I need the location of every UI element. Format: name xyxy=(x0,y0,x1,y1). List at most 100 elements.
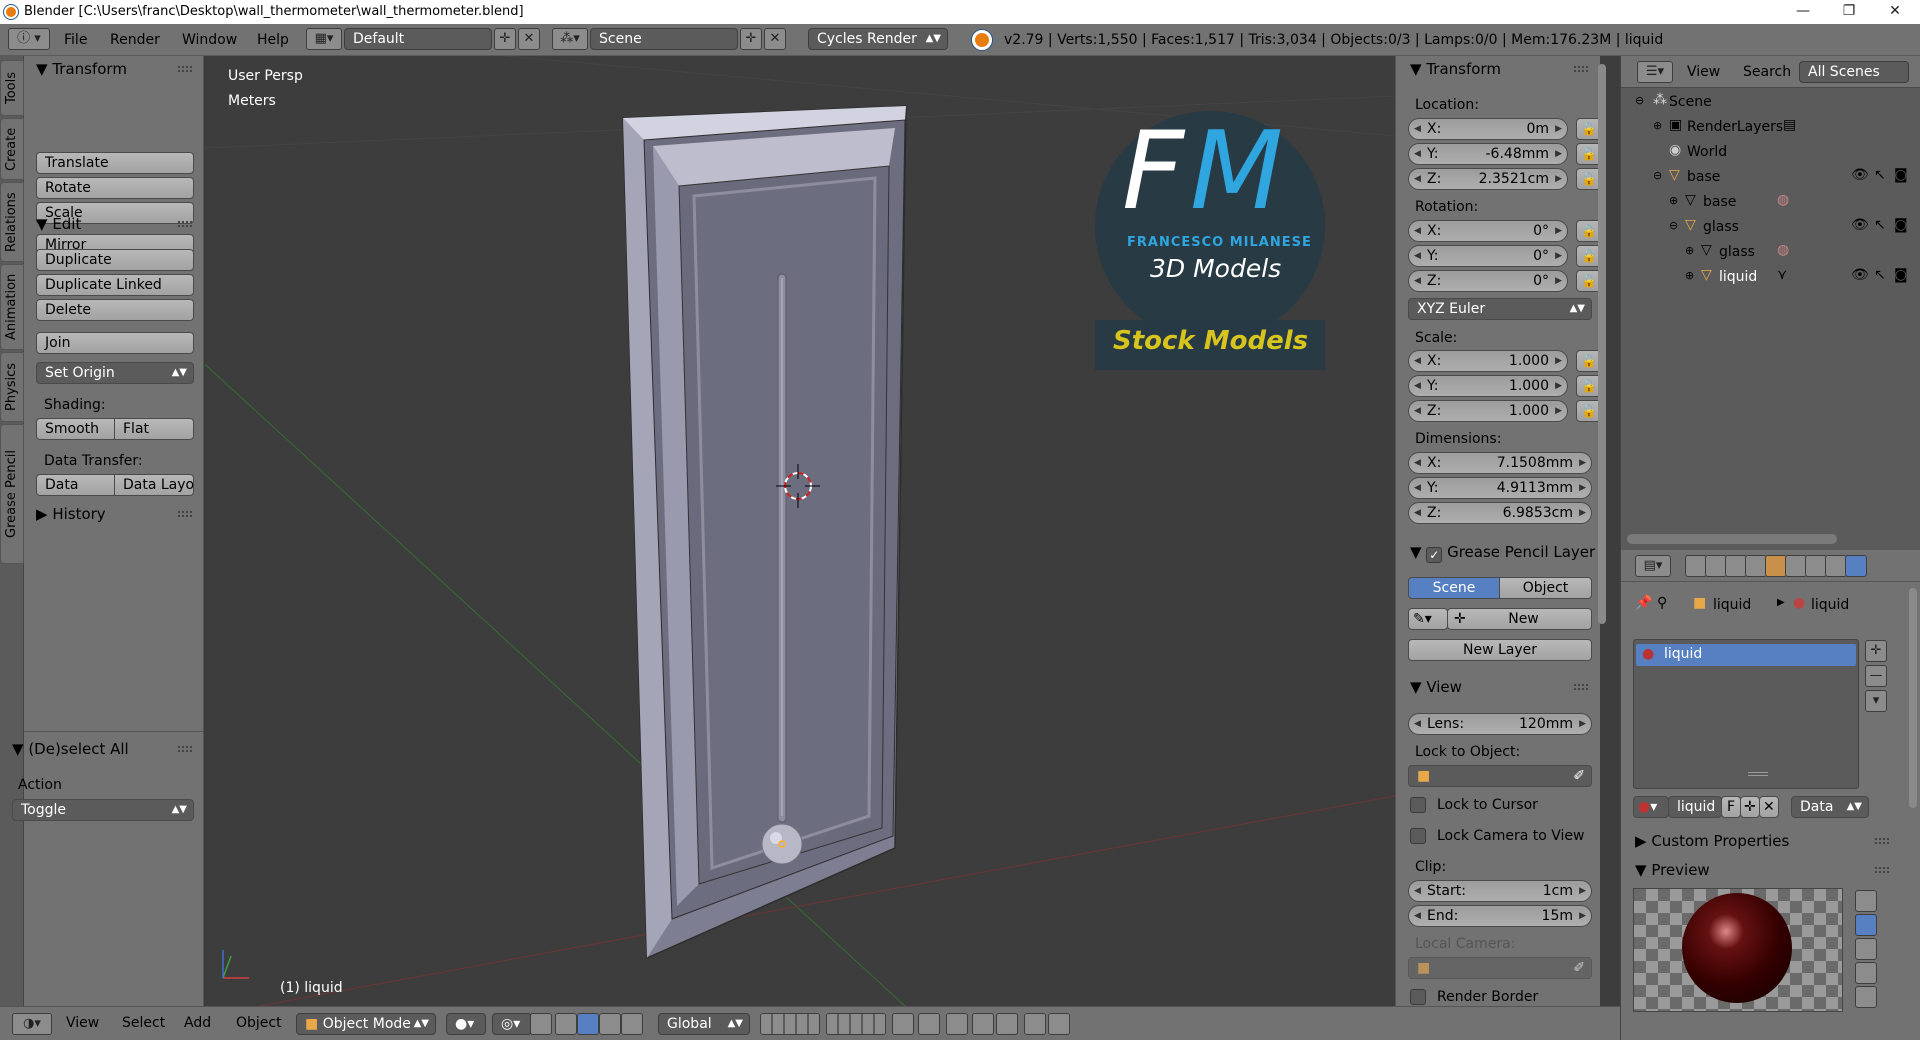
material-tab-icon[interactable] xyxy=(1845,555,1867,577)
unlink-material-button[interactable]: ✕ xyxy=(1759,796,1779,818)
render-engine-dropdown[interactable]: Cycles Render ▲▼ xyxy=(808,28,948,50)
data-tab-icon[interactable] xyxy=(1825,555,1847,577)
rotation-x-field[interactable]: ◀ X: 0° ▶ xyxy=(1408,220,1568,242)
outliner-row-glass-object[interactable]: ⊖ ▽ glass 👁 ↖ ◙ xyxy=(1621,217,1920,242)
lock-to-cursor-checkbox[interactable] xyxy=(1410,797,1426,813)
dimensions-x-field[interactable]: ◀ X: 7.1508mm ▶ xyxy=(1408,452,1592,474)
layer-buttons-group-2[interactable] xyxy=(826,1013,886,1035)
modifiers-tab-icon[interactable] xyxy=(1805,555,1827,577)
manipulator-toggle-icon[interactable] xyxy=(530,1013,552,1035)
add-slot-button[interactable]: ✛ xyxy=(1865,640,1887,662)
location-z-field[interactable]: ◀ Z: 2.3521cm ▶ xyxy=(1408,168,1568,190)
outliner-display-mode[interactable]: All Scenes xyxy=(1799,61,1909,83)
panel-view-header[interactable]: ▼ View xyxy=(1410,676,1462,698)
tab-grease-pencil[interactable]: Grease Pencil xyxy=(0,424,24,564)
translate-manipulator-icon[interactable] xyxy=(555,1013,577,1035)
drag-grip-icon[interactable] xyxy=(1875,838,1889,844)
panel-edit-header[interactable]: ▼ Edit xyxy=(36,213,81,235)
outliner-row-scene[interactable]: ⊖ ⁂ Scene xyxy=(1621,92,1920,117)
render-border-checkbox[interactable] xyxy=(1410,989,1426,1005)
location-x-field[interactable]: ◀ X: 0m ▶ xyxy=(1408,118,1568,140)
outliner-horizontal-scrollbar[interactable] xyxy=(1627,534,1837,544)
snap-toggle-icon[interactable] xyxy=(972,1013,994,1035)
panel-preview-header[interactable]: ▼ Preview xyxy=(1635,859,1710,881)
close-window-button[interactable]: ✕ xyxy=(1872,0,1918,24)
proportional-edit-icon[interactable] xyxy=(946,1013,968,1035)
transform-orientation-dropdown[interactable]: Global ▲▼ xyxy=(658,1013,750,1035)
data-transfer-button[interactable]: Data xyxy=(36,474,115,496)
drag-grip-icon[interactable] xyxy=(178,746,192,752)
data-layout-button[interactable]: Data Layo xyxy=(114,474,194,496)
preview-hair-icon[interactable] xyxy=(1855,986,1877,1008)
browse-material-button[interactable]: ●▾ xyxy=(1633,796,1669,818)
local-camera-field[interactable]: ■ ✐ xyxy=(1408,957,1592,979)
constraints-tab-icon[interactable] xyxy=(1785,555,1807,577)
outliner-row-world[interactable]: ◉ World xyxy=(1621,142,1920,167)
viewport-shading-dropdown[interactable]: ●▾ xyxy=(446,1013,486,1035)
layer-buttons-group-1[interactable] xyxy=(760,1013,820,1035)
dimensions-y-field[interactable]: ◀ Y: 4.9113mm ▶ xyxy=(1408,477,1592,499)
menu-help[interactable]: Help xyxy=(257,32,289,48)
new-material-button[interactable]: ✛ xyxy=(1740,796,1760,818)
preview-flat-icon[interactable] xyxy=(1855,890,1877,912)
minimize-button[interactable]: — xyxy=(1780,0,1826,24)
object-mode-dropdown[interactable]: ■ Object Mode ▲▼ xyxy=(296,1013,436,1035)
slot-specials-button[interactable]: ▾ xyxy=(1865,690,1887,712)
scene-field[interactable]: Scene xyxy=(590,28,738,50)
grease-pencil-checkbox[interactable]: ✓ xyxy=(1426,547,1443,563)
tab-animation[interactable]: Animation xyxy=(0,264,24,350)
properties-editor-type-icon[interactable]: ▤▾ xyxy=(1635,555,1671,577)
panel-history-header[interactable]: ▶ History xyxy=(36,503,106,525)
outliner-menu-search[interactable]: Search xyxy=(1743,64,1791,80)
scale-manipulator-icon[interactable] xyxy=(599,1013,621,1035)
operator-panel-header[interactable]: ▼ (De)select All xyxy=(12,738,129,760)
menu-select[interactable]: Select xyxy=(122,1015,165,1031)
set-origin-dropdown[interactable]: Set Origin ▲▼ xyxy=(36,362,194,384)
delete-button[interactable]: Delete xyxy=(36,299,194,321)
clip-end-field[interactable]: ◀ End: 15m ▶ xyxy=(1408,905,1592,927)
render-tab-icon[interactable] xyxy=(1685,555,1707,577)
opengl-render-icon[interactable] xyxy=(1024,1013,1046,1035)
drag-grip-icon[interactable] xyxy=(1875,867,1889,873)
outliner-row-glass-mesh[interactable]: ⊕ ▽ glass ◍ xyxy=(1621,242,1920,267)
smooth-button[interactable]: Smooth xyxy=(36,418,115,440)
tab-create[interactable]: Create xyxy=(0,118,24,180)
material-name-field[interactable]: liquid xyxy=(1668,796,1722,818)
dimensions-z-field[interactable]: ◀ Z: 6.9853cm ▶ xyxy=(1408,502,1592,524)
fake-user-button[interactable]: F xyxy=(1721,796,1741,818)
menu-add[interactable]: Add xyxy=(184,1015,211,1031)
menu-view[interactable]: View xyxy=(66,1015,99,1031)
gp-new-layer-button[interactable]: New Layer xyxy=(1408,639,1592,661)
rotation-z-field[interactable]: ◀ Z: 0° ▶ xyxy=(1408,270,1568,292)
world-tab-icon[interactable] xyxy=(1745,555,1767,577)
pencil-icon[interactable]: ✎▾ xyxy=(1408,608,1448,630)
rotation-y-field[interactable]: ◀ Y: 0° ▶ xyxy=(1408,245,1568,267)
preview-sphere-icon[interactable] xyxy=(1855,914,1877,936)
menu-window[interactable]: Window xyxy=(182,32,237,48)
material-slot-list[interactable]: ● liquid xyxy=(1633,639,1859,789)
clip-start-field[interactable]: ◀ Start: 1cm ▶ xyxy=(1408,880,1592,902)
gp-scene-toggle[interactable]: Scene xyxy=(1408,577,1500,599)
drag-grip-icon[interactable] xyxy=(1574,66,1588,72)
flat-button[interactable]: Flat xyxy=(114,418,194,440)
outliner-menu-view[interactable]: View xyxy=(1687,64,1720,80)
panel-custom-properties-header[interactable]: ▶ Custom Properties xyxy=(1635,830,1789,852)
translate-button[interactable]: Translate xyxy=(36,152,194,174)
delete-scene-icon[interactable]: ✕ xyxy=(764,28,786,50)
location-y-field[interactable]: ◀ Y: -6.48mm ▶ xyxy=(1408,143,1568,165)
drag-grip-icon[interactable] xyxy=(1574,684,1588,690)
scale-z-field[interactable]: ◀ Z: 1.000 ▶ xyxy=(1408,400,1568,422)
preview-monkey-icon[interactable] xyxy=(1855,962,1877,984)
panel-transform-header[interactable]: ▼ Transform xyxy=(36,58,127,80)
add-scene-icon[interactable]: ✛ xyxy=(740,28,762,50)
outliner-editor-type-icon[interactable]: ☰▾ xyxy=(1637,61,1673,83)
manipulator-space-icon[interactable] xyxy=(621,1013,643,1035)
object-tab-icon[interactable] xyxy=(1765,555,1787,577)
duplicate-button[interactable]: Duplicate xyxy=(36,249,194,271)
menu-file[interactable]: File xyxy=(64,32,87,48)
pivot-point-dropdown[interactable]: ◎▾ xyxy=(492,1013,532,1035)
gp-new-button[interactable]: ✛ New xyxy=(1447,608,1592,630)
delete-screen-icon[interactable]: ✕ xyxy=(518,28,540,50)
remove-slot-button[interactable]: — xyxy=(1865,665,1887,687)
lock-object-field[interactable]: ■ ✐ xyxy=(1408,765,1592,787)
